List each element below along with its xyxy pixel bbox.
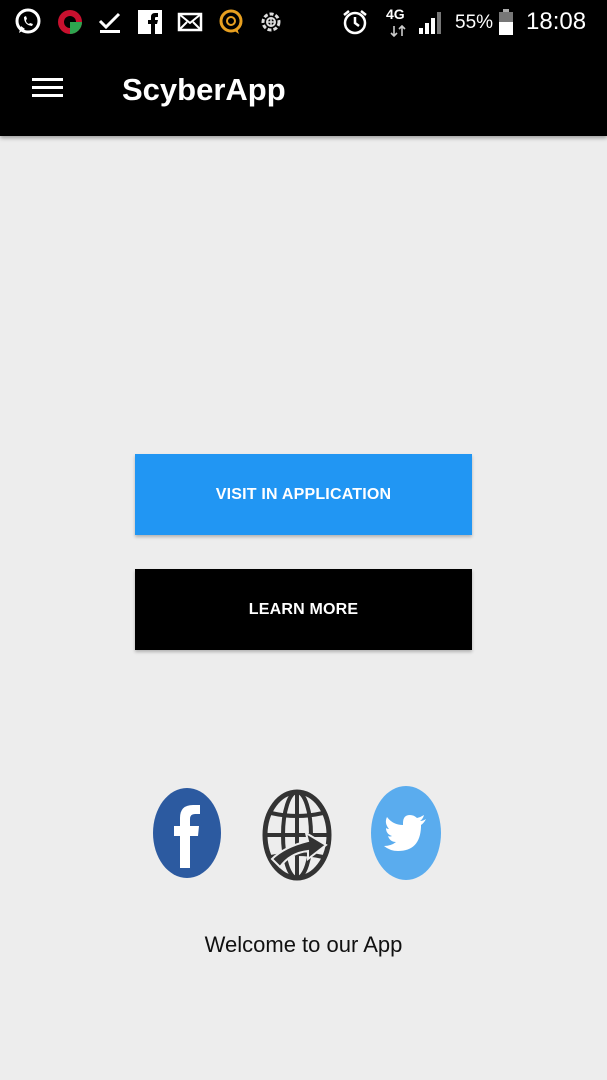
settings-icon xyxy=(256,7,286,37)
signal-icon xyxy=(416,7,446,37)
visit-in-application-button[interactable]: VISIT IN APPLICATION xyxy=(135,454,472,535)
whatsapp-icon xyxy=(12,7,44,37)
download-done-icon xyxy=(96,7,124,37)
network-type-label: 4G xyxy=(386,6,405,22)
opera-icon xyxy=(54,7,86,37)
battery-percent: 55% xyxy=(455,12,494,33)
data-arrows-icon xyxy=(388,24,408,38)
app-title: ScyberApp xyxy=(122,72,286,107)
clock: 18:08 xyxy=(526,8,587,35)
welcome-text: Welcome to our App xyxy=(204,932,403,957)
chat-icon xyxy=(216,7,246,37)
facebook-notify-icon xyxy=(136,7,164,37)
app-bar: ScyberApp xyxy=(0,44,607,136)
twitter-icon[interactable] xyxy=(370,785,442,881)
website-globe-icon[interactable] xyxy=(262,789,332,881)
status-bar: 4G 55% 18:08 xyxy=(0,0,607,44)
hamburger-menu-icon[interactable] xyxy=(22,66,72,112)
learn-more-button[interactable]: LEARN MORE xyxy=(135,569,472,650)
facebook-icon[interactable] xyxy=(152,786,222,880)
battery-icon xyxy=(496,7,516,37)
mail-icon xyxy=(176,7,204,37)
alarm-icon xyxy=(340,7,370,37)
